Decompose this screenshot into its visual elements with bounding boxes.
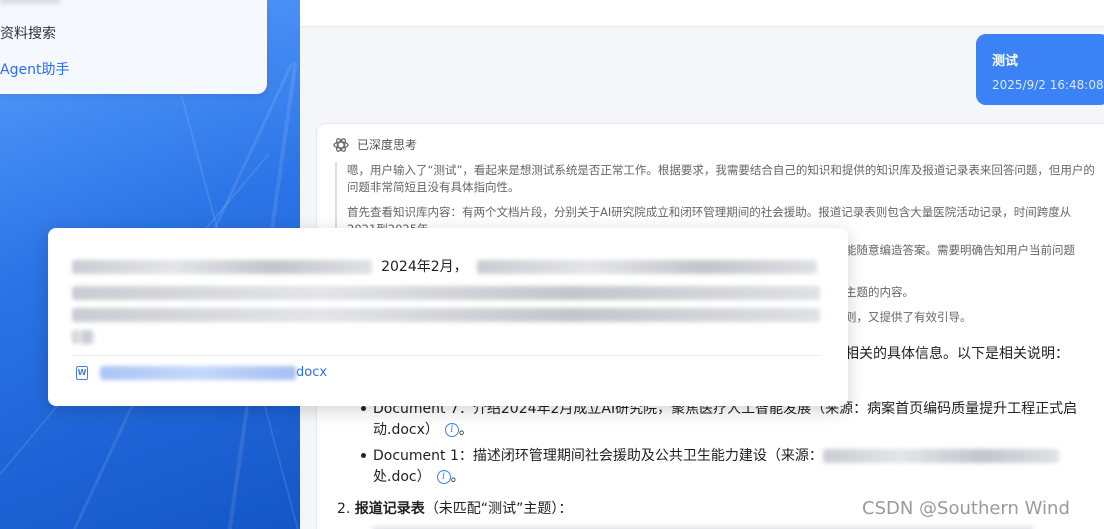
redacted-text bbox=[822, 449, 1059, 463]
thinking-partial-line: 则，又提供了有效引导。 bbox=[845, 310, 972, 324]
section-note: （未匹配“测试”主题）： bbox=[424, 501, 573, 517]
doc-item-line2: 处.doc） bbox=[373, 469, 431, 485]
list-bullet bbox=[361, 453, 366, 458]
word-file-icon: W bbox=[76, 366, 88, 380]
popup-line bbox=[72, 326, 94, 344]
link-suffix: docx bbox=[296, 365, 328, 380]
doc-item-line: Document 1：描述闭环管理期间社会援助及公共卫生能力建设（来源： bbox=[373, 445, 1059, 465]
popup-line bbox=[72, 304, 820, 322]
redacted-text bbox=[476, 259, 817, 274]
watermark: CSDN @Southern Wind bbox=[862, 498, 1070, 519]
popup-line bbox=[72, 282, 820, 300]
section-title: 报道记录表 bbox=[354, 501, 425, 517]
sidebar-item-agent[interactable]: Agent助手 bbox=[0, 59, 69, 79]
thinking-toggle[interactable]: 已深度思考 bbox=[333, 136, 417, 153]
doc-item-line: 动.docx） i。 bbox=[373, 422, 473, 438]
sidebar-menu: 资料搜索 Agent助手 bbox=[0, 0, 267, 94]
redacted-text bbox=[100, 365, 296, 380]
doc-item-line: 处.doc） i。 bbox=[373, 469, 465, 485]
popup-divider bbox=[72, 355, 822, 356]
redacted-text bbox=[72, 307, 820, 322]
citation-popup: 2024年2月， W docx bbox=[48, 228, 848, 406]
popup-line: 2024年2月， bbox=[72, 256, 817, 275]
thinking-partial-line: 能随意编造答案。需要明确告知用户当前问题 bbox=[845, 243, 1075, 257]
section-number: 2. bbox=[337, 501, 351, 517]
doc-item-line1: Document 1：描述闭环管理期间社会援助及公共卫生能力建设（来源： bbox=[373, 448, 823, 464]
doc-item-line2: 动.docx） bbox=[373, 422, 439, 438]
user-message-text: 测试 bbox=[992, 54, 1019, 69]
chat-header bbox=[300, 0, 1104, 27]
user-message-bubble: 测试 2025/9/2 16:48:08 bbox=[976, 34, 1104, 105]
thinking-header: 已深度思考 bbox=[357, 138, 418, 152]
info-icon[interactable]: i bbox=[444, 423, 459, 437]
answer-intro: 相关的具体信息。以下是相关说明： bbox=[845, 346, 1069, 362]
list-bullet bbox=[361, 406, 366, 411]
user-message-time: 2025/9/2 16:48:08 bbox=[992, 78, 1104, 92]
thinking-partial-line: 主题的内容。 bbox=[845, 285, 914, 299]
popup-visible-text: 2024年2月， bbox=[381, 259, 468, 275]
redacted-text bbox=[72, 329, 94, 344]
thinking-paragraph: 嗯，用户输入了“测试”，看起来是想测试系统是否正常工作。根据要求，我需要结合自己… bbox=[347, 163, 1095, 194]
redacted-text bbox=[72, 259, 372, 274]
sidebar-item-search[interactable]: 资料搜索 bbox=[0, 23, 56, 43]
redacted-text bbox=[72, 285, 820, 300]
info-icon[interactable]: i bbox=[436, 470, 451, 484]
section-heading: 2. 报道记录表（未匹配“测试”主题）： bbox=[337, 498, 572, 518]
source-file-link[interactable]: docx bbox=[100, 365, 327, 380]
atom-icon bbox=[333, 137, 349, 152]
